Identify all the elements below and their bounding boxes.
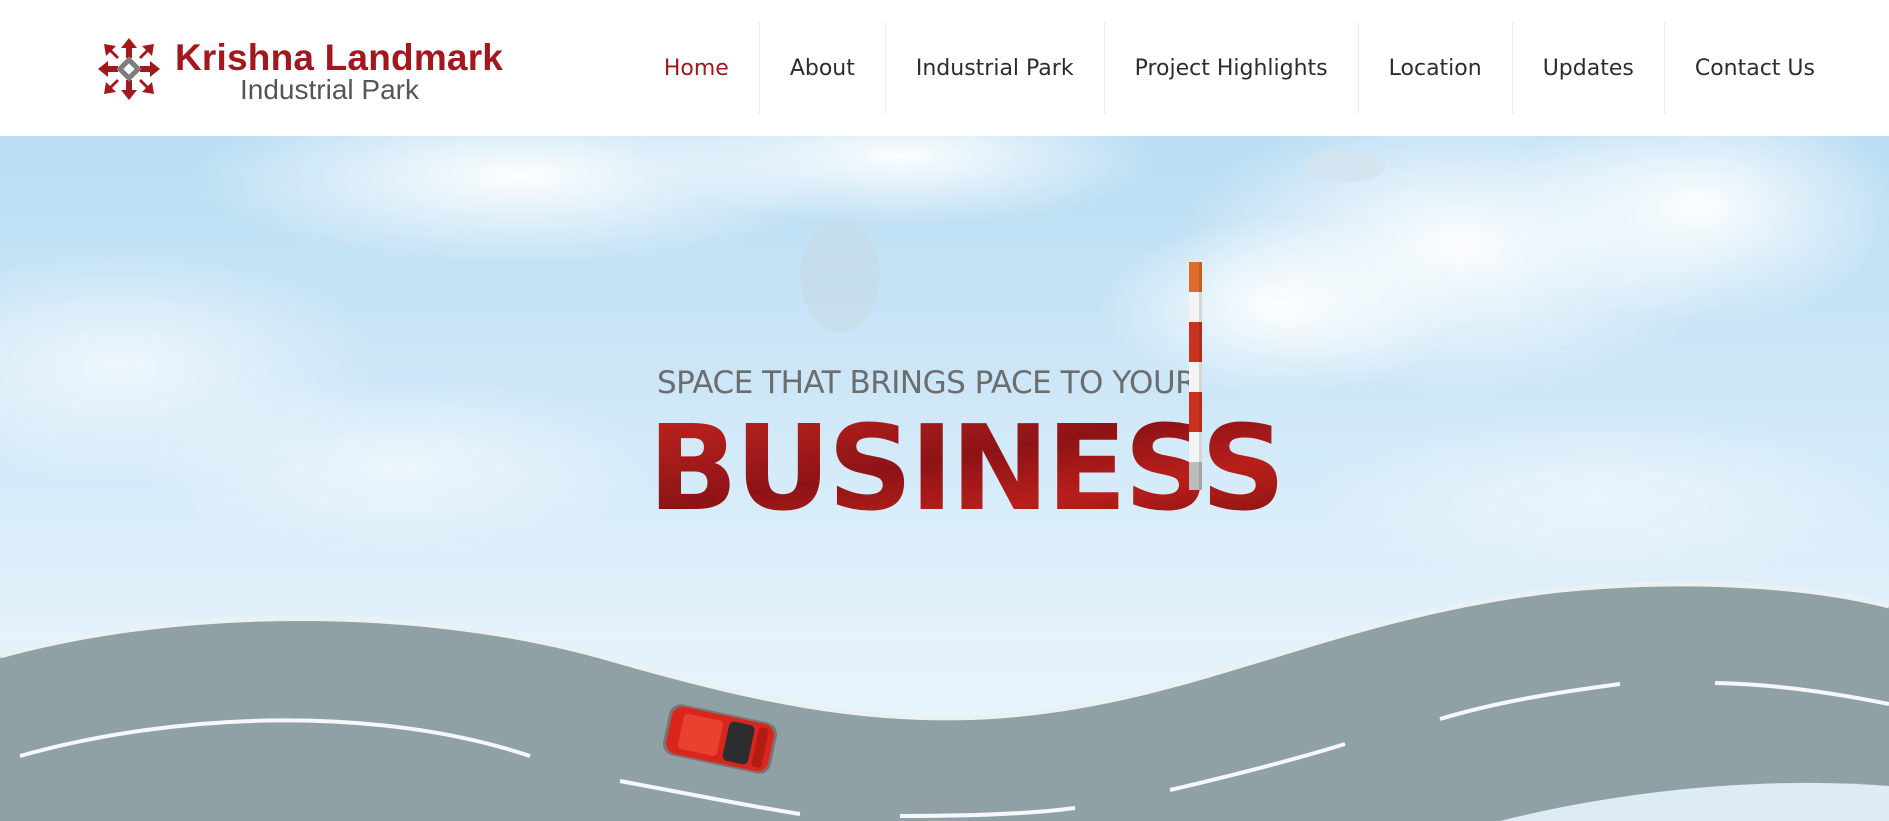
winding-road-graphic: [0, 581, 1889, 821]
main-nav: Home About Industrial Park Project Highl…: [634, 22, 1889, 114]
nav-item-location[interactable]: Location: [1357, 22, 1512, 114]
nav-item-home[interactable]: Home: [634, 22, 759, 114]
brand-logo-link[interactable]: Krishna Landmark Industrial Park: [96, 34, 516, 106]
site-header: Krishna Landmark Industrial Park Home Ab…: [0, 0, 1889, 136]
nav-item-contact-us[interactable]: Contact Us: [1663, 22, 1889, 114]
page: Krishna Landmark Industrial Park Home Ab…: [0, 0, 1889, 821]
nav-item-project-highlights[interactable]: Project Highlights: [1103, 22, 1358, 114]
nav-item-industrial-park[interactable]: Industrial Park: [884, 22, 1104, 114]
hero-banner: SPACE THAT BRINGS PACE TO YOUR BUSINESS: [0, 136, 1889, 821]
brand-subtitle: Industrial Park: [240, 74, 419, 105]
nav-item-updates[interactable]: Updates: [1511, 22, 1664, 114]
brand-title: Krishna Landmark: [175, 37, 504, 78]
nav-item-about[interactable]: About: [758, 22, 885, 114]
krishna-emblem-icon: [98, 38, 160, 100]
